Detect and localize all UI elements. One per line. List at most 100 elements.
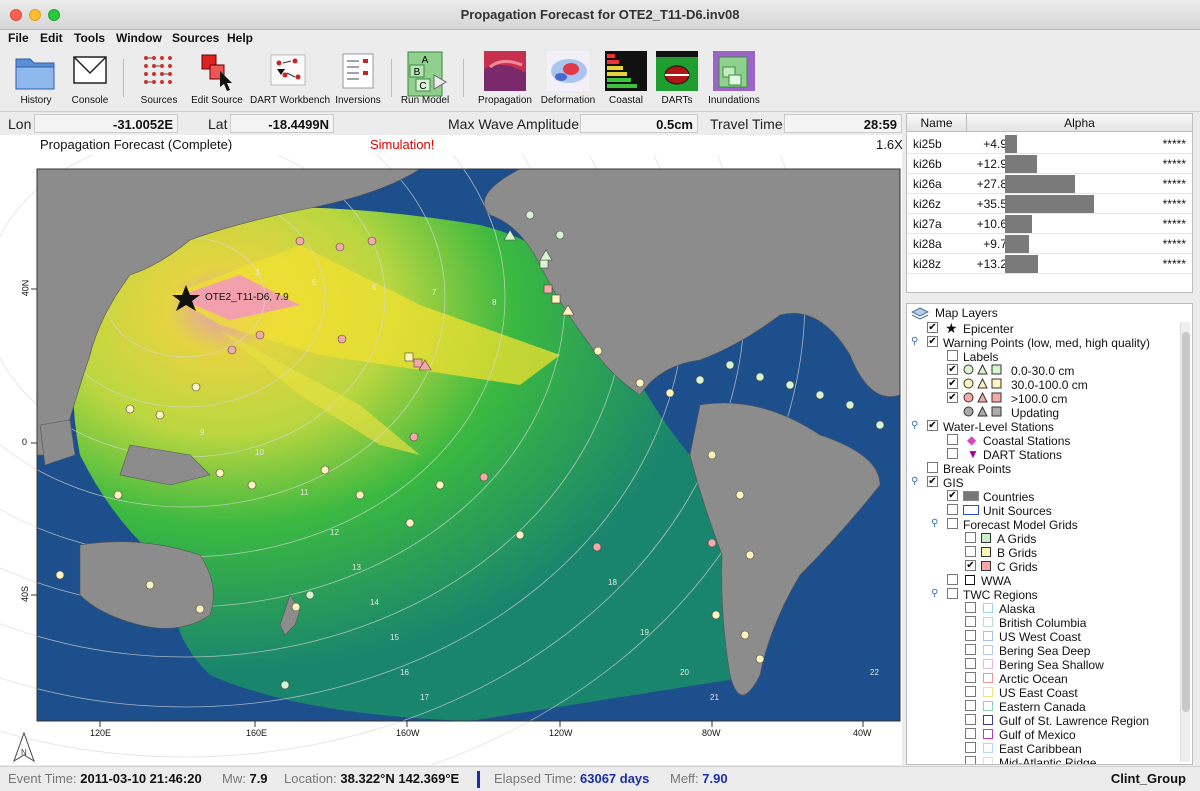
tree-handle-icon[interactable]: ⚲ bbox=[931, 518, 938, 529]
checkbox[interactable]: ✔ bbox=[947, 392, 958, 403]
alpha-row[interactable]: ki26b +12.9 ***** bbox=[907, 154, 1192, 174]
a-grids-swatch bbox=[981, 533, 991, 543]
layer-label: Bering Sea Deep bbox=[999, 644, 1091, 658]
checkbox[interactable] bbox=[947, 504, 958, 515]
propagation-icon bbox=[482, 49, 528, 93]
checkbox[interactable] bbox=[965, 714, 976, 725]
history-button[interactable]: History bbox=[12, 49, 60, 106]
sources-label: Sources bbox=[140, 95, 178, 106]
sources-button[interactable]: Sources bbox=[134, 49, 184, 106]
alpha-row[interactable]: ki28z +13.2 ***** bbox=[907, 254, 1192, 274]
checkbox[interactable] bbox=[965, 700, 976, 711]
propagation-map[interactable]: OTE2_T11-D6, 7.9 3 5 6 7 8 9 10 11 12 13… bbox=[0, 0, 902, 791]
deformation-button[interactable]: Deformation bbox=[538, 49, 598, 106]
lat-value: -18.4499N bbox=[230, 114, 334, 133]
layer-label: US West Coast bbox=[999, 630, 1081, 644]
alpha-row[interactable]: ki28a +9.7 ***** bbox=[907, 234, 1192, 254]
tree-handle-icon[interactable]: ⚲ bbox=[931, 588, 938, 599]
checkbox[interactable] bbox=[965, 630, 976, 641]
menu-sources[interactable]: Sources bbox=[172, 31, 219, 45]
scrollbar-thumb[interactable] bbox=[1182, 332, 1190, 712]
checkbox[interactable] bbox=[965, 728, 976, 739]
svg-text:C: C bbox=[419, 81, 426, 92]
checkbox[interactable]: ✔ bbox=[965, 560, 976, 571]
y-tick-label: 40N bbox=[20, 279, 31, 297]
darts-button[interactable]: DARTs bbox=[654, 49, 700, 106]
alpha-value: +13.2 bbox=[976, 257, 1007, 271]
alpha-quality-stars: ***** bbox=[1162, 257, 1186, 271]
down-triangle-icon: ▼ bbox=[967, 447, 979, 461]
layer-label: WWA bbox=[981, 574, 1012, 588]
checkbox[interactable] bbox=[927, 462, 938, 473]
elapsed-label: Elapsed Time: bbox=[494, 771, 577, 786]
contour-label: 6 bbox=[372, 283, 377, 292]
tree-handle-icon[interactable]: ⚲ bbox=[911, 420, 918, 431]
checkbox[interactable] bbox=[965, 532, 976, 543]
menu-edit[interactable]: Edit bbox=[40, 31, 63, 45]
checkbox[interactable] bbox=[947, 574, 958, 585]
contour-label: 22 bbox=[870, 668, 879, 677]
checkbox[interactable] bbox=[965, 672, 976, 683]
inversions-button[interactable]: Inversions bbox=[332, 49, 384, 106]
checkbox[interactable]: ✔ bbox=[947, 490, 958, 501]
alpha-row[interactable]: ki26a +27.8 ***** bbox=[907, 174, 1192, 194]
menu-window[interactable]: Window bbox=[116, 31, 162, 45]
checkbox[interactable] bbox=[965, 644, 976, 655]
layers-icon bbox=[911, 307, 929, 320]
layer-label: Eastern Canada bbox=[999, 700, 1086, 714]
menu-help[interactable]: Help bbox=[227, 31, 253, 45]
region-swatch bbox=[983, 603, 993, 613]
dart-workbench-button[interactable]: DART Workbench bbox=[250, 49, 330, 106]
inundations-button[interactable]: Inundations bbox=[705, 49, 763, 106]
checkbox[interactable] bbox=[947, 448, 958, 459]
zoom-level: 1.6X bbox=[876, 137, 903, 152]
alpha-bar bbox=[1005, 195, 1094, 213]
name-column-header[interactable]: Name bbox=[907, 114, 967, 132]
checkbox[interactable]: ✔ bbox=[927, 476, 938, 487]
alpha-column-header[interactable]: Alpha bbox=[967, 114, 1192, 132]
checkbox[interactable]: ✔ bbox=[947, 378, 958, 389]
checkbox[interactable] bbox=[947, 588, 958, 599]
tree-handle-icon[interactable]: ⚲ bbox=[911, 476, 918, 487]
svg-text:B: B bbox=[414, 67, 421, 78]
checkbox[interactable] bbox=[965, 602, 976, 613]
checkbox[interactable] bbox=[947, 350, 958, 361]
checkbox[interactable] bbox=[965, 686, 976, 697]
alpha-source-name: ki26b bbox=[913, 157, 942, 171]
circle-marker-icon bbox=[963, 392, 974, 403]
checkbox[interactable]: ✔ bbox=[927, 336, 938, 347]
checkbox[interactable] bbox=[947, 434, 958, 445]
checkbox[interactable] bbox=[947, 518, 958, 529]
checkbox[interactable] bbox=[965, 756, 976, 764]
layers-scrollbar[interactable] bbox=[1180, 322, 1190, 762]
propagation-button[interactable]: Propagation bbox=[476, 49, 534, 106]
inversions-icon bbox=[335, 49, 381, 93]
menu-file[interactable]: File bbox=[8, 31, 29, 45]
checkbox[interactable] bbox=[965, 616, 976, 627]
coastal-button[interactable]: Coastal bbox=[602, 49, 650, 106]
location-value: 38.322°N 142.369°E bbox=[340, 771, 460, 786]
checkbox[interactable]: ✔ bbox=[927, 322, 938, 333]
alpha-row[interactable]: ki25b +4.9 ***** bbox=[907, 134, 1192, 154]
alpha-row[interactable]: ki27a +10.6 ***** bbox=[907, 214, 1192, 234]
alpha-bar bbox=[1005, 255, 1038, 273]
map-canvas[interactable]: OTE2_T11-D6, 7.9 3 5 6 7 8 9 10 11 12 13… bbox=[0, 0, 902, 791]
checkbox[interactable]: ✔ bbox=[947, 364, 958, 375]
checkbox[interactable]: ✔ bbox=[927, 420, 938, 431]
edit-source-button[interactable]: Edit Source bbox=[190, 49, 244, 106]
checkbox[interactable] bbox=[965, 658, 976, 669]
layer-label: Epicenter bbox=[963, 322, 1014, 336]
alpha-bar bbox=[1005, 175, 1075, 193]
lon-label: Lon bbox=[8, 116, 32, 132]
menu-tools[interactable]: Tools bbox=[74, 31, 105, 45]
alpha-quality-stars: ***** bbox=[1162, 197, 1186, 211]
run-model-button[interactable]: ABC Run Model bbox=[398, 49, 452, 106]
checkbox[interactable] bbox=[965, 546, 976, 557]
console-button[interactable]: Console bbox=[66, 49, 114, 106]
lat-label: Lat bbox=[208, 116, 228, 132]
checkbox[interactable] bbox=[965, 742, 976, 753]
layer-label: Countries bbox=[983, 490, 1035, 504]
tree-handle-icon[interactable]: ⚲ bbox=[911, 336, 918, 347]
inversions-label: Inversions bbox=[335, 95, 381, 106]
alpha-row[interactable]: ki26z +35.5 ***** bbox=[907, 194, 1192, 214]
